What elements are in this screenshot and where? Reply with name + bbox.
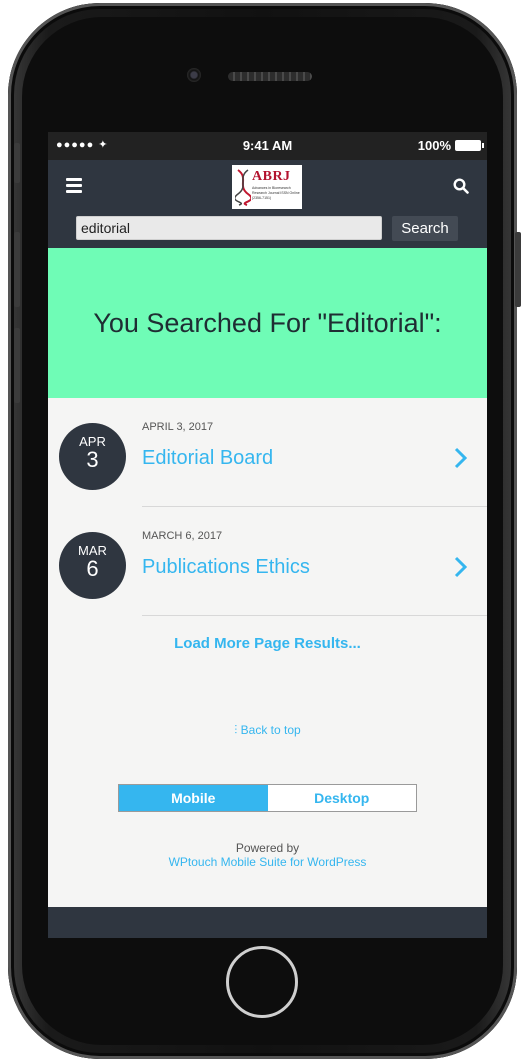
battery-indicator: 100%	[417, 138, 484, 153]
date-badge-day: 6	[86, 556, 99, 581]
back-to-top-label: Back to top	[240, 723, 301, 737]
powered-by-label: Powered by	[235, 841, 300, 855]
search-results-banner: You Searched For "Editorial":	[48, 248, 487, 398]
result-item[interactable]: MAR 6 MARCH 6, 2017 Publications Ethics	[48, 507, 487, 616]
date-badge: APR 3	[59, 423, 126, 490]
search-input[interactable]: editorial	[76, 216, 382, 240]
load-more-link[interactable]: Load More Page Results...	[48, 635, 487, 652]
result-title-link[interactable]: Publications Ethics	[142, 556, 310, 579]
date-badge: MAR 6	[59, 532, 126, 599]
battery-icon	[455, 140, 484, 151]
powered-by: Powered by WPtouch Mobile Suite for Word…	[48, 841, 487, 869]
site-header: ABRJ Advances in Bioresearch Research Jo…	[48, 160, 487, 212]
footer-bar	[48, 907, 487, 938]
search-button[interactable]: Search	[392, 216, 458, 241]
search-bar: editorial Search	[48, 212, 487, 248]
hamburger-icon[interactable]	[66, 178, 82, 193]
page-title: You Searched For "Editorial":	[93, 307, 442, 338]
view-switcher: Mobile Desktop	[118, 784, 417, 812]
logo-text: ABRJ	[252, 169, 291, 184]
dna-logo-icon	[235, 169, 251, 206]
search-icon[interactable]	[453, 178, 469, 194]
divider	[142, 615, 487, 616]
site-logo[interactable]: ABRJ Advances in Bioresearch Research Jo…	[232, 165, 302, 209]
logo-subtitle: Advances in Bioresearch Research Journal…	[252, 186, 300, 200]
battery-percent: 100%	[417, 138, 451, 153]
desktop-view-button[interactable]: Desktop	[267, 785, 416, 811]
chevron-right-icon[interactable]	[453, 447, 467, 469]
date-badge-day: 3	[86, 447, 99, 472]
mobile-view-button[interactable]: Mobile	[119, 785, 268, 811]
result-title-link[interactable]: Editorial Board	[142, 447, 273, 470]
results-list: APR 3 APRIL 3, 2017 Editorial Board MAR …	[48, 398, 487, 616]
chevron-right-icon[interactable]	[453, 556, 467, 578]
earpiece-speaker	[228, 72, 312, 81]
double-chevron-up-icon: ⫶	[234, 723, 238, 737]
result-item[interactable]: APR 3 APRIL 3, 2017 Editorial Board	[48, 398, 487, 507]
home-button[interactable]	[226, 946, 298, 1018]
result-date: APRIL 3, 2017	[142, 421, 214, 433]
phone-screen: ●●●●● ✦ 9:41 AM 100% ABRJ Advances in Bi…	[48, 132, 487, 938]
status-bar: ●●●●● ✦ 9:41 AM 100%	[48, 132, 487, 160]
volume-down-button	[14, 328, 20, 403]
volume-up-button	[14, 232, 20, 307]
mute-switch	[14, 143, 20, 183]
back-to-top-link[interactable]: ⫶ Back to top	[48, 723, 487, 738]
result-date: MARCH 6, 2017	[142, 530, 223, 542]
power-button	[515, 232, 521, 307]
wptouch-link[interactable]: WPtouch Mobile Suite for WordPress	[48, 855, 487, 869]
front-camera	[187, 68, 201, 82]
